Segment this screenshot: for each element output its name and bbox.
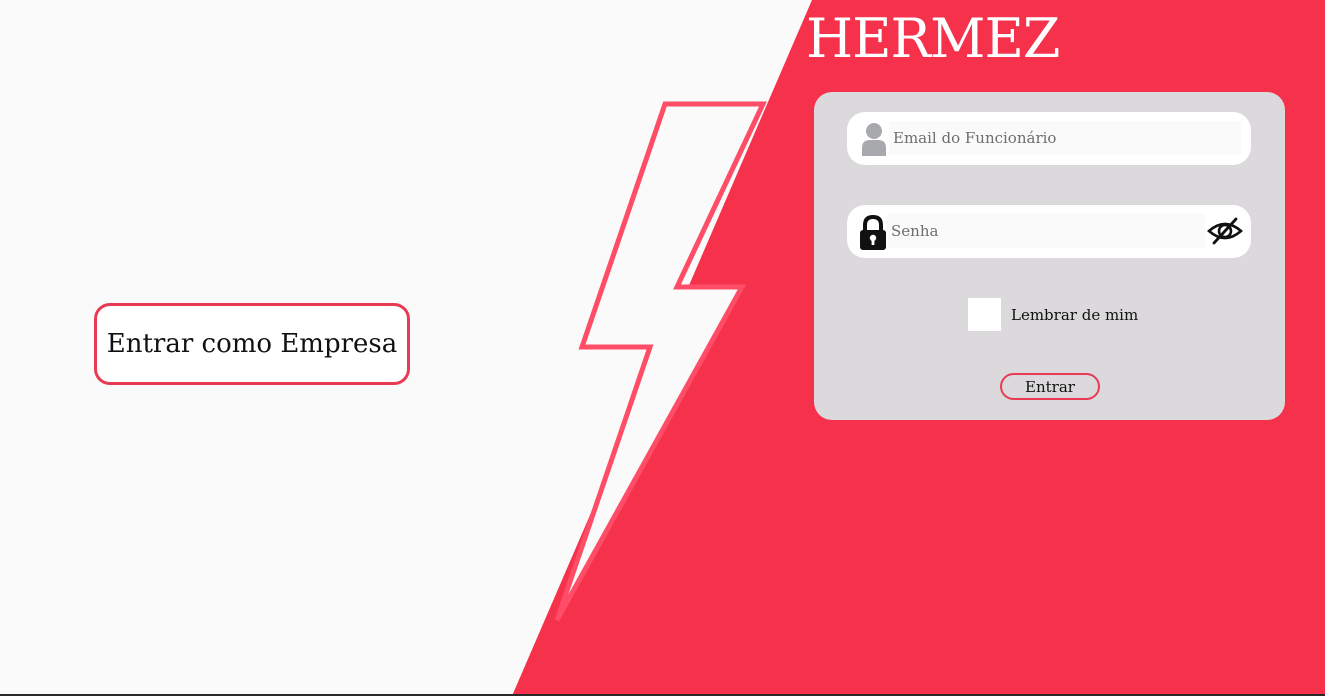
user-icon xyxy=(862,123,886,156)
remember-me-label: Lembrar de mim xyxy=(1011,305,1139,324)
login-page: HERMEZ Entrar como Empresa Email do Func… xyxy=(0,0,1325,696)
password-field-container xyxy=(847,205,1251,258)
eye-slash-icon[interactable] xyxy=(1207,216,1243,246)
lock-icon xyxy=(860,215,886,250)
remember-me[interactable]: Lembrar de mim xyxy=(968,298,1138,331)
remember-me-checkbox[interactable] xyxy=(968,298,1001,331)
email-input[interactable] xyxy=(889,121,1241,155)
brand-title: HERMEZ xyxy=(806,7,1060,70)
password-input[interactable] xyxy=(887,214,1205,248)
login-card: Lembrar de mim Entrar xyxy=(814,92,1285,420)
company-login-button[interactable]: Entrar como Empresa xyxy=(94,303,410,385)
submit-button[interactable]: Entrar xyxy=(1000,373,1100,400)
email-field-container xyxy=(847,112,1251,165)
